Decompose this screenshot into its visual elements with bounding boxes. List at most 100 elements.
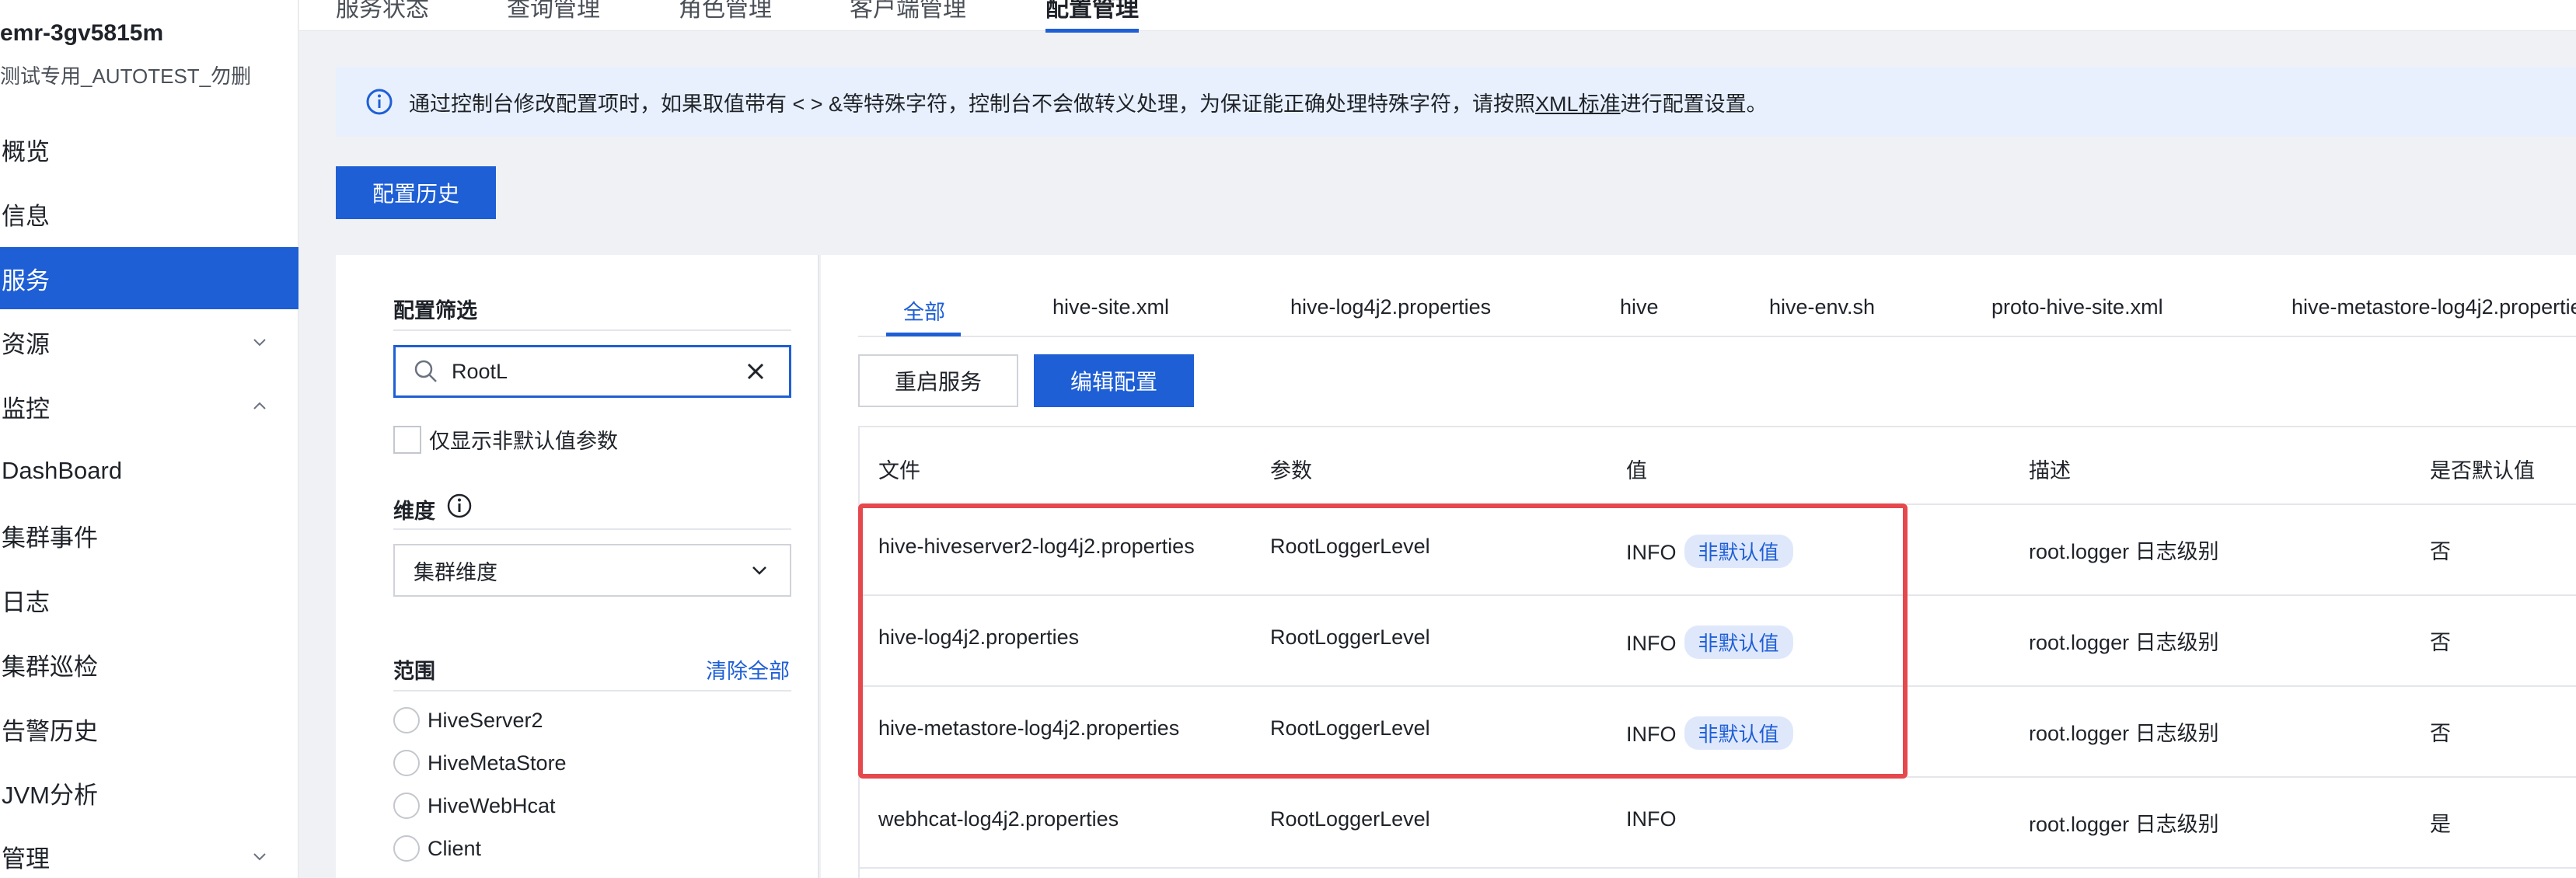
chevron-down-icon [752, 566, 766, 575]
radio-button[interactable] [393, 835, 420, 862]
cell-description: root.logger 日志级别 [2029, 722, 2219, 745]
cell-param: RootLoggerLevel [1270, 625, 1430, 649]
divider [393, 528, 791, 530]
radio-label: HiveWebHcat [428, 793, 556, 817]
sidebar-item-management[interactable]: 管理 [0, 825, 298, 878]
cell-file: hive-hiveserver2-log4j2.properties [878, 535, 1195, 558]
scope-option-hivemetastore[interactable]: HiveMetaStore [393, 750, 567, 776]
table-row[interactable]: hive-metastore-log4j2.properties RootLog… [860, 687, 2576, 778]
search-input[interactable]: RootL [393, 345, 791, 398]
config-tab-hive-site[interactable]: hive-site.xml [1052, 295, 1169, 319]
config-tab-hive[interactable]: hive [1620, 295, 1659, 319]
cell-is-default: 否 [2430, 631, 2451, 654]
edit-config-button[interactable]: 编辑配置 [1034, 354, 1194, 407]
chevron-down-icon [252, 334, 267, 350]
table-row[interactable]: webhcat-log4j2.properties RootLoggerLeve… [860, 778, 2576, 869]
sidebar-item-label: DashBoard [2, 457, 123, 484]
value-text: INFO [1626, 541, 1677, 564]
scope-heading: 范围 [393, 660, 435, 683]
search-value: RootL [452, 359, 508, 383]
sidebar-item-monitoring[interactable]: 监控 [0, 375, 298, 437]
radio-button[interactable] [393, 707, 420, 733]
tab-client-management[interactable]: 客户端管理 [850, 0, 966, 23]
cluster-subtitle: 测试专用_AUTOTEST_勿删 [0, 64, 252, 88]
column-header-value: 值 [1626, 459, 1647, 483]
radio-button[interactable] [393, 793, 420, 819]
sidebar-item-label: 信息 [2, 202, 50, 230]
sidebar-item-label: 监控 [2, 395, 50, 423]
dimension-value: 集群维度 [414, 560, 497, 584]
non-default-filter[interactable]: 仅显示非默认值参数 [393, 424, 618, 455]
chevron-down-icon [252, 848, 267, 864]
info-icon[interactable] [446, 493, 473, 519]
radio-label: HiveMetaStore [428, 751, 567, 775]
cell-description: root.logger 日志级别 [2029, 813, 2219, 836]
cell-is-default: 是 [2430, 813, 2451, 836]
tab-service-status[interactable]: 服务状态 [336, 0, 429, 23]
cell-file: hive-metastore-log4j2.properties [878, 716, 1180, 740]
sidebar-item-label: 资源 [2, 330, 50, 358]
sidebar-item-alert-history[interactable]: 告警历史 [0, 698, 298, 760]
clear-all-link[interactable]: 清除全部 [706, 654, 790, 685]
sidebar-item-info[interactable]: 信息 [0, 183, 298, 245]
top-tabs: 服务状态 查询管理 角色管理 客户端管理 配置管理 [299, 0, 2576, 33]
non-default-badge: 非默认值 [1684, 716, 1793, 750]
cell-file: hive-log4j2.properties [878, 625, 1080, 649]
notice-suffix: 进行配置设置。 [1620, 92, 1768, 116]
sidebar-item-label: 服务 [2, 267, 50, 294]
cell-file: webhcat-log4j2.properties [878, 807, 1119, 831]
sidebar-item-jvm-analysis[interactable]: JVM分析 [0, 761, 298, 824]
cell-is-default: 否 [2430, 722, 2451, 745]
tab-role-management[interactable]: 角色管理 [679, 0, 772, 23]
sidebar-item-resources[interactable]: 资源 [0, 311, 298, 373]
config-tab-proto-hive-site[interactable]: proto-hive-site.xml [1991, 295, 2163, 319]
sidebar-item-label: 告警历史 [2, 717, 98, 745]
xml-standard-link[interactable]: XML标准 [1535, 92, 1621, 116]
scope-option-client[interactable]: Client [393, 835, 481, 862]
config-history-button[interactable]: 配置历史 [336, 166, 496, 219]
scope-option-hiveserver2[interactable]: HiveServer2 [393, 707, 543, 733]
config-tab-all[interactable]: 全部 [903, 295, 945, 326]
divider [393, 690, 791, 692]
sidebar-item-services[interactable]: 服务 [0, 247, 298, 309]
dimension-heading: 维度 [393, 500, 435, 523]
value-text: INFO [1626, 723, 1677, 746]
cell-param: RootLoggerLevel [1270, 535, 1430, 558]
info-icon [366, 89, 393, 115]
dimension-select[interactable]: 集群维度 [393, 544, 791, 597]
sidebar-item-cluster-inspection[interactable]: 集群巡检 [0, 633, 298, 695]
clear-icon[interactable] [744, 360, 767, 383]
restart-service-button[interactable]: 重启服务 [858, 354, 1018, 407]
tab-query-management[interactable]: 查询管理 [507, 0, 600, 23]
sidebar-item-label: 集群巡检 [2, 653, 98, 681]
checkbox-label: 仅显示非默认值参数 [429, 430, 618, 453]
radio-label: HiveServer2 [428, 708, 543, 732]
value-text: INFO [1626, 632, 1677, 655]
cell-param: RootLoggerLevel [1270, 716, 1430, 740]
tab-config-management[interactable]: 配置管理 [1045, 0, 1139, 33]
config-panel: 全部 hive-site.xml hive-log4j2.properties … [821, 255, 2576, 878]
cell-description: root.logger 日志级别 [2029, 540, 2219, 563]
cell-is-default: 否 [2430, 540, 2451, 563]
table-header: 文件 参数 值 描述 是否默认值 [860, 427, 2576, 505]
table-row[interactable]: hive-log4j2.properties RootLoggerLevel I… [860, 596, 2576, 687]
sidebar-item-overview[interactable]: 概览 [0, 118, 298, 180]
sidebar-item-logs[interactable]: 日志 [0, 569, 298, 631]
config-tab-hive-log4j2[interactable]: hive-log4j2.properties [1290, 295, 1491, 319]
filter-panel: 配置筛选 RootL 仅显示非默认值参数 维度 集群维度 范围 清除全部 Hiv… [336, 255, 819, 878]
divider [393, 329, 791, 331]
column-header-param: 参数 [1270, 459, 1312, 483]
sidebar-item-dashboard[interactable]: DashBoard [0, 440, 298, 502]
table-row[interactable]: hive-hiveserver2-log4j2.properties RootL… [860, 505, 2576, 596]
non-default-checkbox[interactable] [393, 425, 421, 454]
cell-value: INFO 非默认值 [1626, 625, 1793, 659]
sidebar-item-label: 日志 [2, 588, 50, 616]
cell-description: root.logger 日志级别 [2029, 631, 2219, 654]
sidebar-item-cluster-events[interactable]: 集群事件 [0, 504, 298, 566]
radio-button[interactable] [393, 750, 420, 776]
config-tab-hive-env[interactable]: hive-env.sh [1769, 295, 1875, 319]
notice-text: 通过控制台修改配置项时，如果取值带有 < > &等特殊字符，控制台不会做转义处理… [409, 87, 1768, 117]
scope-option-hivewebhcat[interactable]: HiveWebHcat [393, 793, 556, 819]
config-tab-hive-metastore-log4j2[interactable]: hive-metastore-log4j2.properties [2292, 295, 2576, 319]
search-icon [414, 360, 437, 382]
